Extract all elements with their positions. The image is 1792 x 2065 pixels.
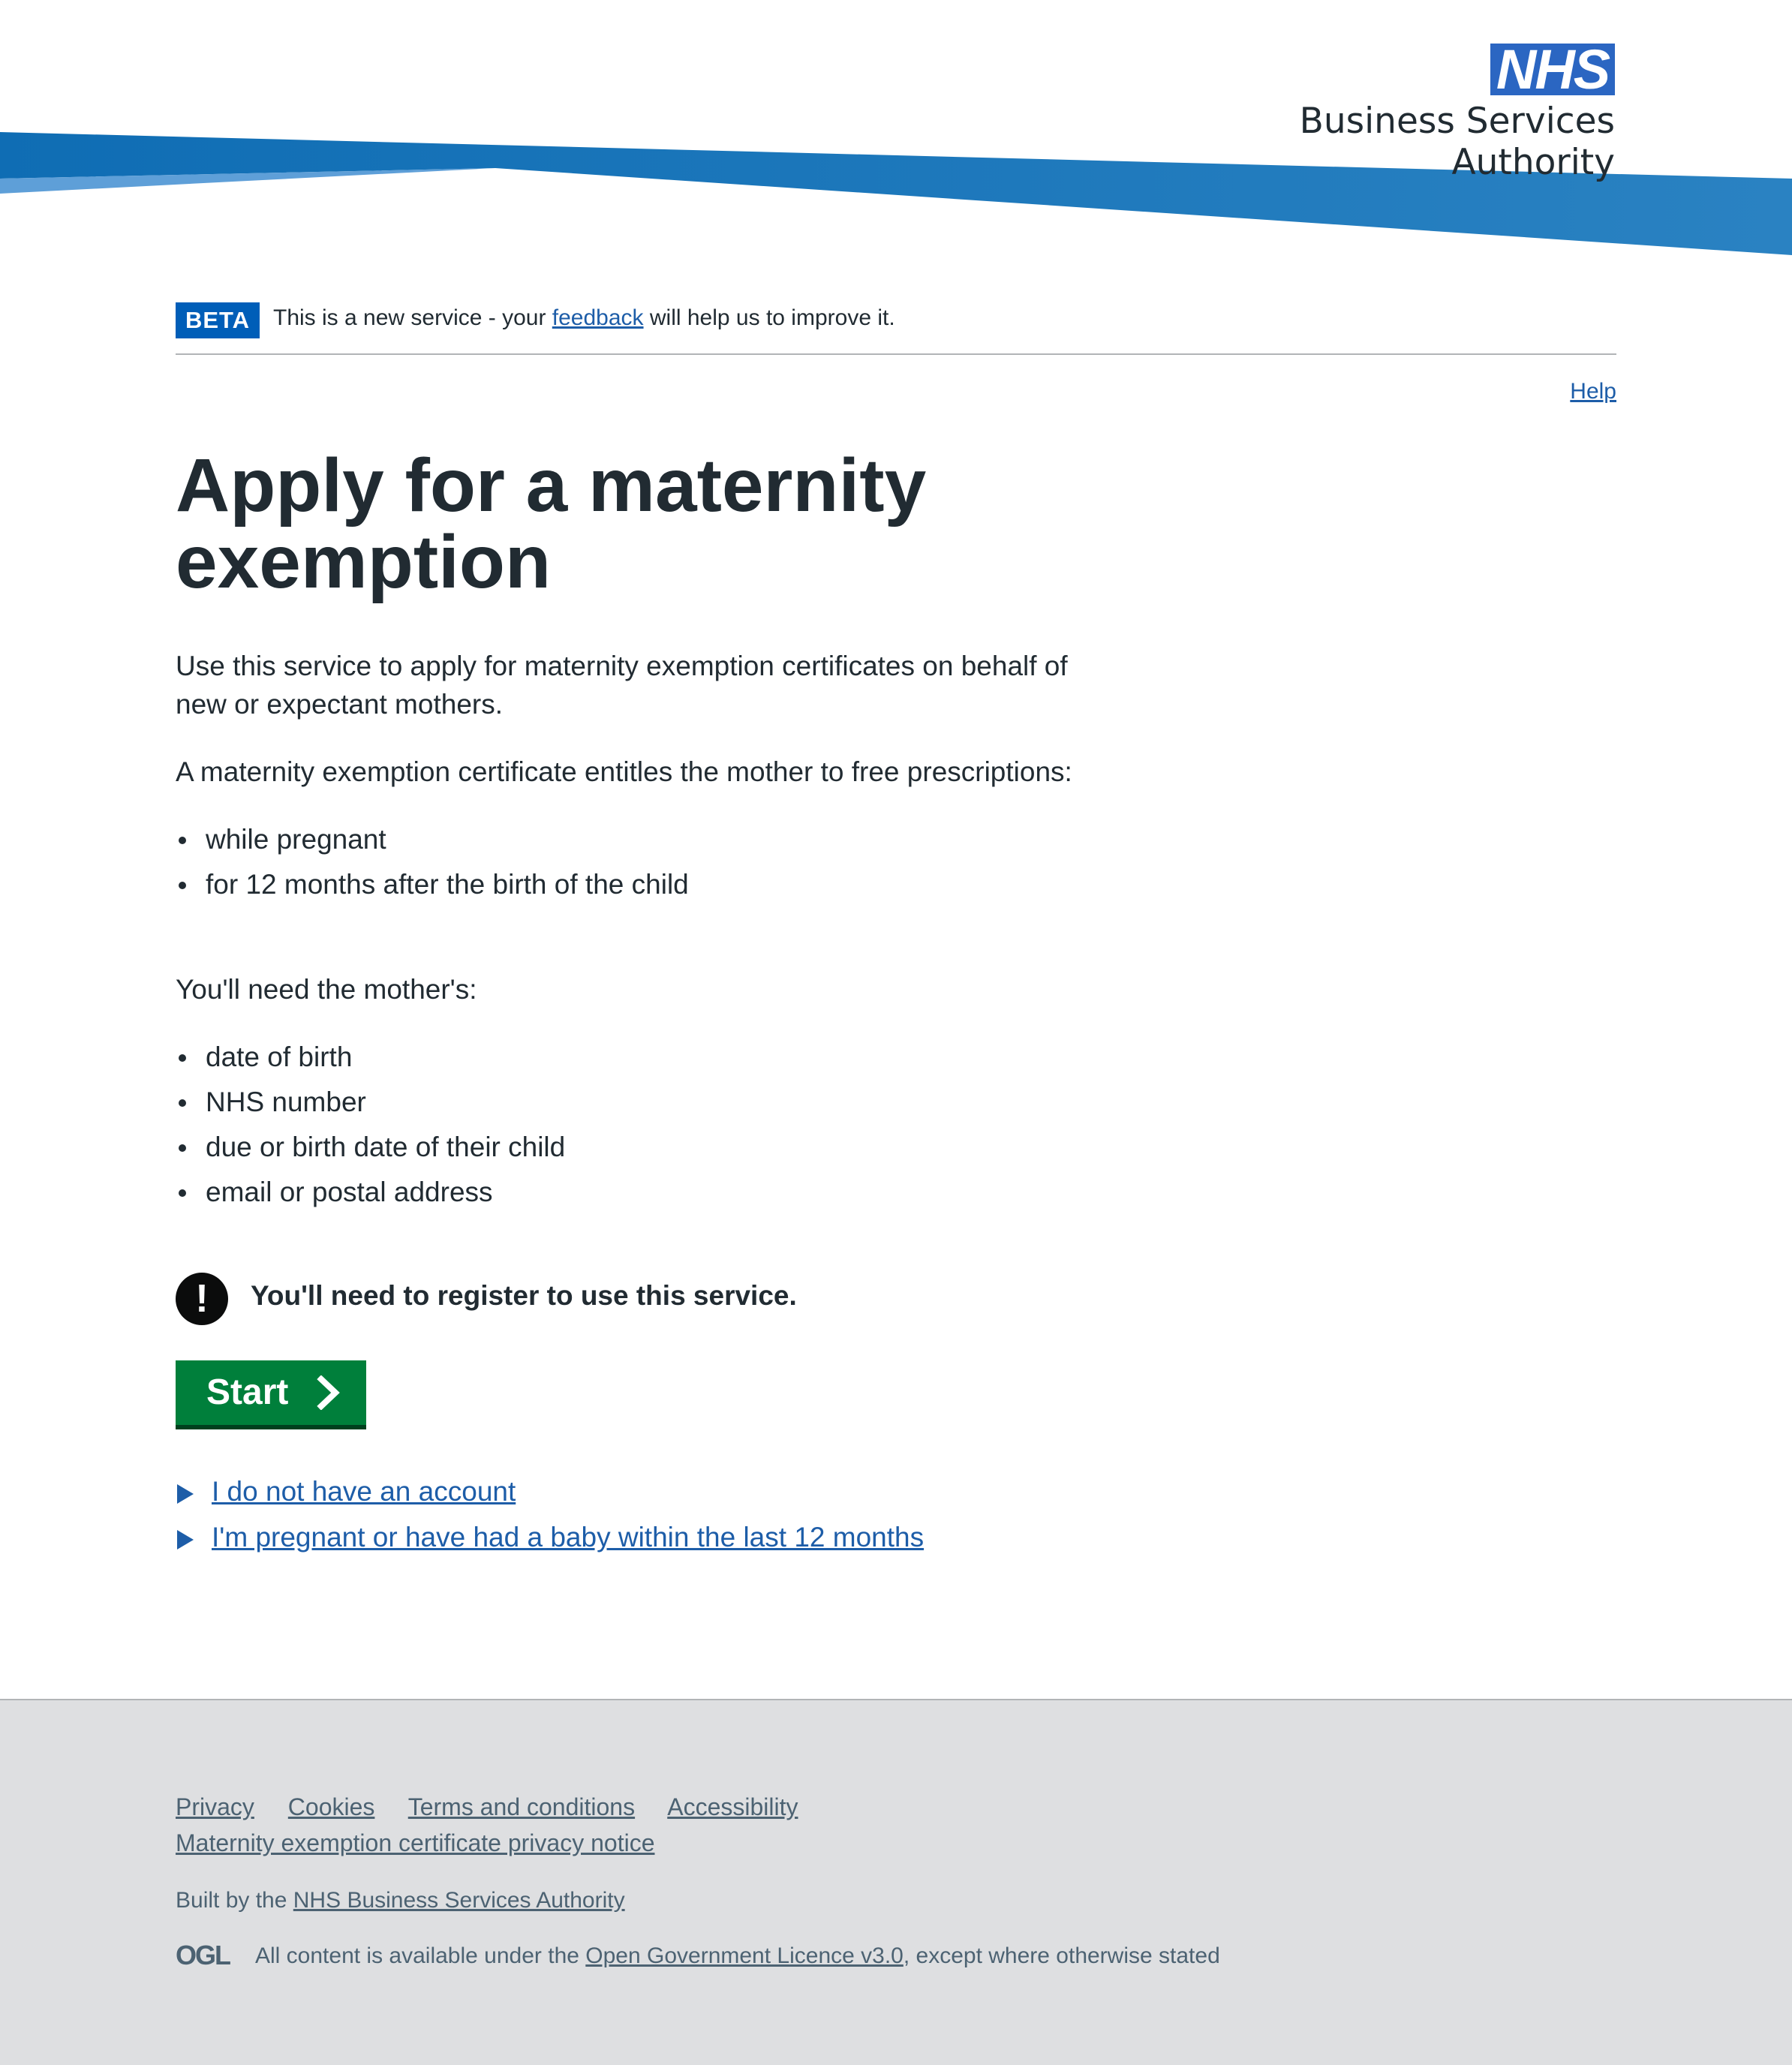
- entitles-paragraph: A maternity exemption certificate entitl…: [176, 756, 1072, 787]
- footer-link-cookies[interactable]: Cookies: [288, 1793, 375, 1820]
- list-item: NHS number: [176, 1080, 565, 1125]
- built-by-text: Built by the NHS Business Services Autho…: [176, 1888, 625, 1913]
- licence-text: All content is available under the Open …: [255, 1943, 1220, 1969]
- list-item-text: while pregnant: [206, 824, 386, 855]
- warning-icon: !: [176, 1273, 228, 1325]
- ogl-licence-link[interactable]: Open Government Licence v3.0: [585, 1943, 904, 1968]
- details-summary-link[interactable]: I do not have an account: [212, 1474, 516, 1510]
- site-header: NHS Business Services Authority: [0, 0, 1792, 270]
- nhs-logo-mark: NHS: [1490, 42, 1615, 98]
- site-footer: Privacy Cookies Terms and conditions Acc…: [0, 1699, 1792, 2065]
- list-item: due or birth date of their child: [176, 1125, 565, 1170]
- list-item: for 12 months after the birth of the chi…: [176, 862, 689, 907]
- triangle-right-icon: [177, 1484, 194, 1504]
- footer-links-row2: Maternity exemption certificate privacy …: [176, 1829, 654, 1857]
- list-item-text: email or postal address: [206, 1177, 493, 1207]
- phase-text-before: This is a new service - your: [273, 305, 552, 330]
- beta-tag: BETA: [176, 302, 260, 338]
- bullet-dot: [179, 1054, 186, 1062]
- triangle-right-icon: [177, 1530, 194, 1550]
- bullet-dot: [179, 882, 186, 889]
- requirements-list: date of birth NHS number due or birth da…: [176, 1035, 565, 1215]
- bullet-dot: [179, 1189, 186, 1197]
- list-item-text: due or birth date of their child: [206, 1132, 566, 1162]
- built-by-prefix: Built by the: [176, 1888, 293, 1913]
- bullet-dot: [179, 1144, 186, 1152]
- footer-link-terms[interactable]: Terms and conditions: [408, 1793, 635, 1820]
- chevron-right-icon: [317, 1375, 340, 1410]
- list-item-text: NHS number: [206, 1087, 366, 1117]
- details-summary-link[interactable]: I'm pregnant or have had a baby within t…: [212, 1519, 924, 1556]
- ogl-logo-icon: OGL: [176, 1942, 232, 1967]
- intro-paragraph: Use this service to apply for maternity …: [176, 651, 1068, 720]
- list-item: while pregnant: [176, 817, 689, 862]
- licence-prefix: All content is available under the: [255, 1943, 586, 1968]
- phase-banner: BETA This is a new service - your feedba…: [176, 302, 1616, 355]
- bullet-dot: [179, 837, 186, 844]
- need-intro: You'll need the mother's:: [176, 974, 477, 1005]
- logo-org-name: Business Services Authority: [1299, 101, 1615, 183]
- feedback-link[interactable]: feedback: [552, 305, 644, 330]
- phase-banner-text: This is a new service - your feedback wi…: [273, 305, 895, 331]
- start-button[interactable]: Start: [176, 1360, 366, 1425]
- svg-text:OGL: OGL: [176, 1942, 230, 1967]
- list-item: email or postal address: [176, 1170, 565, 1215]
- list-item-text: for 12 months after the birth of the chi…: [206, 869, 689, 900]
- footer-link-privacy-notice[interactable]: Maternity exemption certificate privacy …: [176, 1829, 654, 1856]
- list-item-text: date of birth: [206, 1042, 353, 1072]
- page-title: Apply for a maternity exemption: [176, 443, 927, 604]
- help-link[interactable]: Help: [1570, 379, 1616, 404]
- nhsbsa-link[interactable]: NHS Business Services Authority: [293, 1888, 625, 1913]
- footer-link-accessibility[interactable]: Accessibility: [667, 1793, 798, 1820]
- licence-suffix: , except where otherwise stated: [903, 1943, 1220, 1968]
- warning-text: You'll need to register to use this serv…: [251, 1280, 797, 1311]
- phase-text-after: will help us to improve it.: [643, 305, 895, 330]
- bullet-dot: [179, 1099, 186, 1107]
- list-item: date of birth: [176, 1035, 565, 1080]
- footer-link-privacy[interactable]: Privacy: [176, 1793, 254, 1820]
- entitlement-list: while pregnant for 12 months after the b…: [176, 817, 689, 907]
- footer-links: Privacy Cookies Terms and conditions Acc…: [176, 1793, 825, 1821]
- start-button-label: Start: [206, 1372, 289, 1412]
